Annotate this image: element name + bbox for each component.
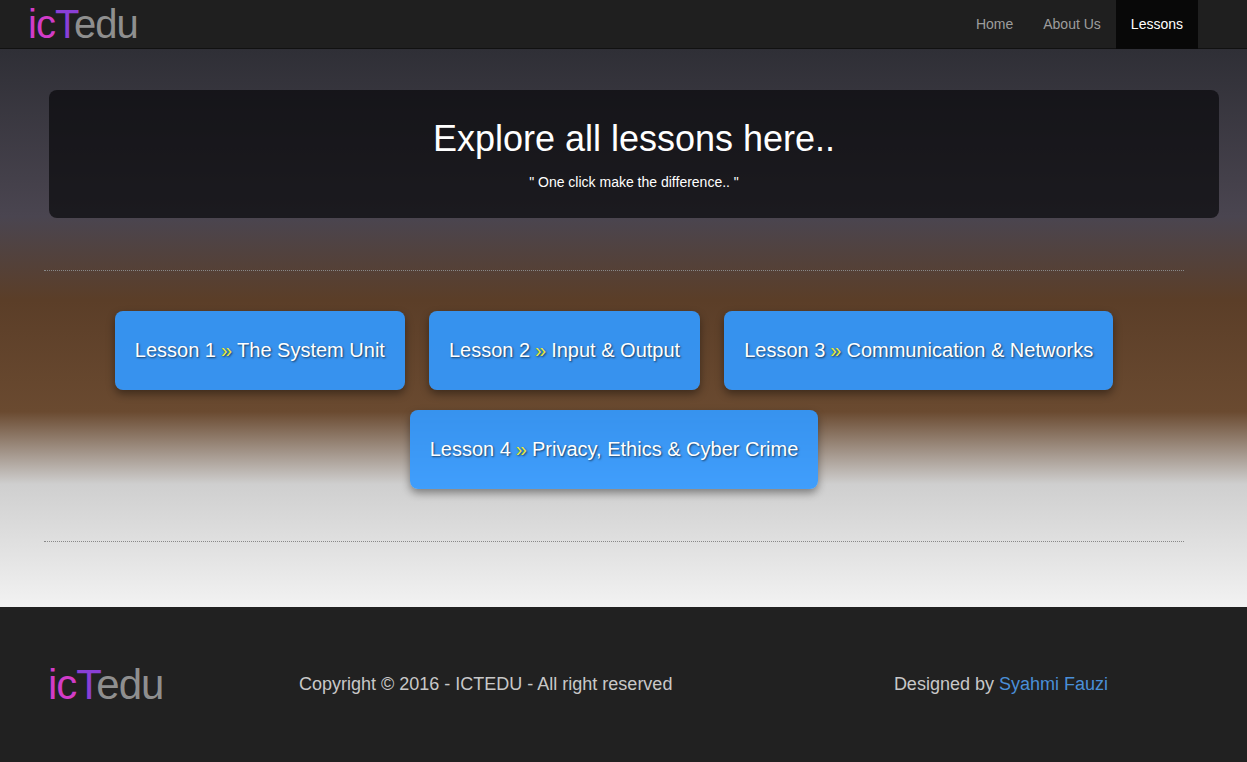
lesson-list: Lesson 1 » The System Unit Lesson 2 » Inp…	[94, 311, 1134, 489]
nav-item[interactable]: Home	[961, 0, 1028, 49]
footer: icTedu Copyright © 2016 - ICTEDU - All r…	[0, 607, 1247, 762]
page: icTedu HomeAbout UsLessons Explore all l…	[0, 0, 1247, 762]
lesson-button[interactable]: Lesson 2 » Input & Output	[429, 311, 700, 390]
credit: Designed by Syahmi Fauzi	[894, 674, 1108, 695]
divider	[44, 270, 1184, 271]
lesson-button[interactable]: Lesson 4 » Privacy, Ethics & Cyber Crime	[410, 410, 819, 489]
hero-title: Explore all lessons here..	[433, 118, 835, 160]
nav-item[interactable]: Lessons	[1116, 0, 1198, 49]
copyright: Copyright © 2016 - ICTEDU - All right re…	[299, 674, 894, 695]
nav-item[interactable]: About Us	[1028, 0, 1116, 49]
hero: Explore all lessons here.. " One click m…	[0, 49, 1247, 607]
navbar: icTedu HomeAbout UsLessons	[0, 0, 1247, 49]
nav-menu: HomeAbout UsLessons	[961, 0, 1198, 49]
banner: Explore all lessons here.. " One click m…	[49, 90, 1219, 218]
hero-subtitle: " One click make the difference.. "	[529, 174, 739, 190]
author-link[interactable]: Syahmi Fauzi	[999, 674, 1108, 694]
lesson-button[interactable]: Lesson 1 » The System Unit	[115, 311, 405, 390]
divider	[44, 541, 1184, 542]
footer-logo[interactable]: icTedu	[48, 664, 299, 706]
logo[interactable]: icTedu	[28, 4, 138, 44]
lesson-button[interactable]: Lesson 3 » Communication & Networks	[724, 311, 1113, 390]
